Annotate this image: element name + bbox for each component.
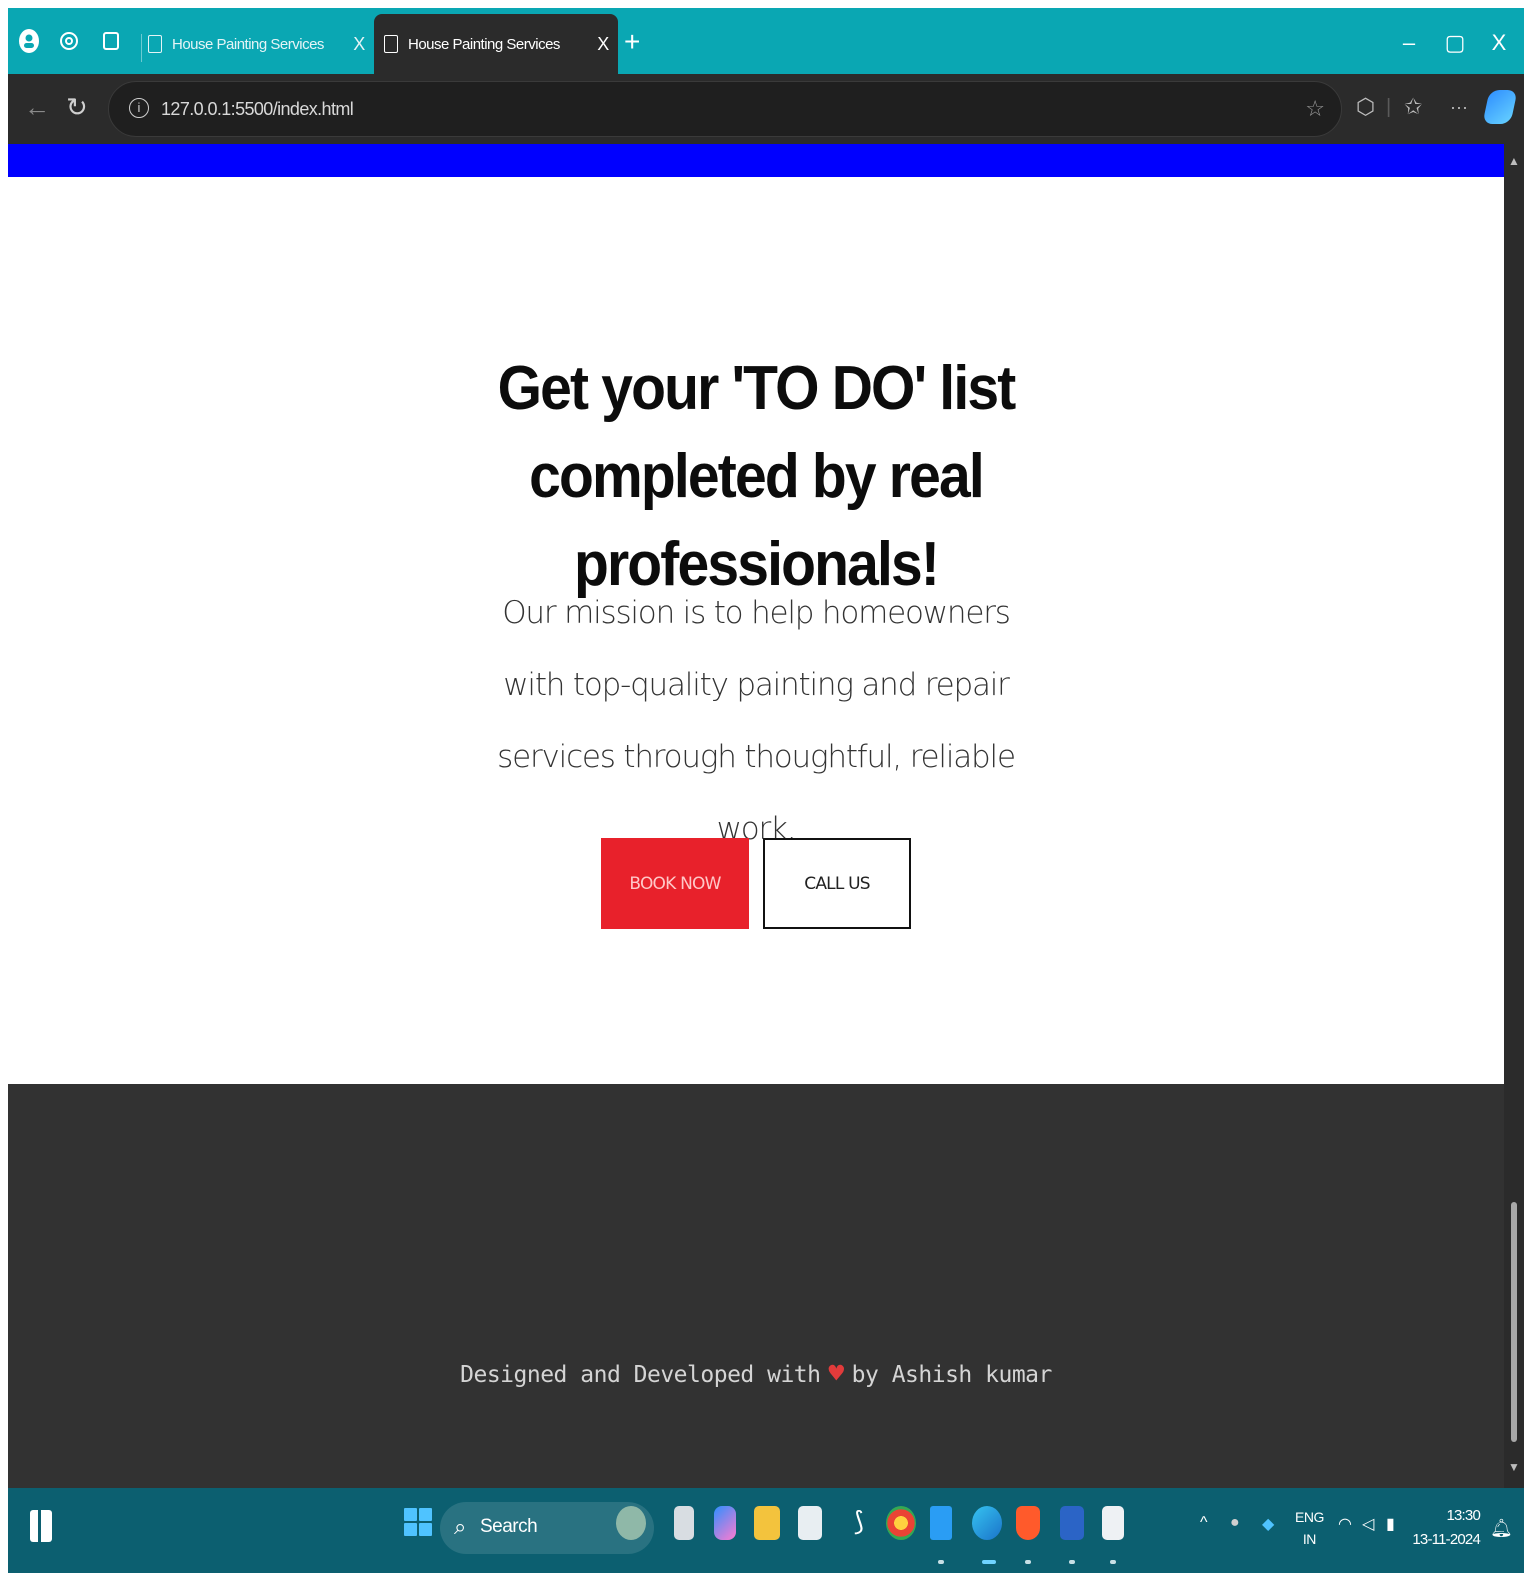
page-icon	[384, 35, 398, 53]
scroll-up-arrow-icon[interactable]: ▲	[1508, 154, 1520, 168]
file-explorer-icon[interactable]	[754, 1506, 780, 1540]
brave-icon[interactable]	[1016, 1506, 1040, 1540]
favorite-star-icon[interactable]: ☆	[1305, 96, 1325, 122]
tab-inactive[interactable]: House Painting Services X	[138, 14, 374, 74]
browser-toolbar: ← ↻ i 127.0.0.1:5500/index.html ☆ ⬡ | ✩ …	[8, 74, 1524, 144]
active-indicator	[982, 1560, 996, 1564]
profile-icon[interactable]	[18, 29, 40, 53]
running-indicator	[1025, 1560, 1031, 1564]
show-hidden-icons[interactable]: ^	[1200, 1514, 1208, 1532]
address-bar[interactable]: i 127.0.0.1:5500/index.html ☆	[108, 81, 1342, 137]
word-icon[interactable]	[1060, 1506, 1084, 1540]
page-footer: Designed and Developed with ♥ by Ashish ku…	[8, 1084, 1504, 1488]
taskbar: ⌕ Search ⟆ ^ ● ◆ ENG IN ◠ ◁ ▮ 13:30 13-1…	[8, 1488, 1524, 1573]
book-now-button[interactable]: BOOK NOW	[601, 838, 749, 929]
url-text[interactable]: 127.0.0.1:5500/index.html	[161, 99, 354, 120]
minimize-button[interactable]: –	[1394, 32, 1424, 54]
favorites-icon[interactable]: ✩	[1404, 94, 1422, 120]
more-menu-icon[interactable]: ···	[1450, 94, 1468, 120]
copilot-icon[interactable]	[1482, 90, 1518, 124]
tab-title: House Painting Services	[172, 35, 324, 53]
mission-text: Our mission is to help homeowners with t…	[497, 595, 1016, 847]
browser-titlebar: House Painting Services X House Painting…	[8, 8, 1524, 74]
clock[interactable]: 13:30 13-11-2024	[1408, 1504, 1480, 1552]
search-label: Search	[480, 1516, 538, 1537]
language-code: ENG	[1295, 1509, 1324, 1525]
hero-headline: Get your 'TO DO' list completed by real …	[497, 354, 1017, 599]
tab-close-button[interactable]: X	[592, 34, 614, 55]
tab-active[interactable]: House Painting Services X	[374, 14, 618, 74]
notification-bell-icon[interactable]: 🔔︎	[1490, 1518, 1513, 1539]
tab-close-button[interactable]: X	[348, 34, 370, 55]
restore-button[interactable]: ▢	[1440, 32, 1470, 54]
heart-icon: ♥	[828, 1359, 845, 1389]
battery-icon[interactable]: ▮	[1386, 1514, 1395, 1534]
copilot-app-icon[interactable]	[714, 1506, 736, 1540]
language-indicator[interactable]: ENG IN	[1295, 1506, 1324, 1550]
running-indicator	[938, 1560, 944, 1564]
tab-actions-icon[interactable]	[100, 30, 122, 52]
back-arrow-icon[interactable]: ←	[24, 92, 50, 122]
edge-icon[interactable]	[972, 1506, 1002, 1540]
weather-widget-icon[interactable]	[616, 1506, 646, 1540]
wifi-icon[interactable]: ◠	[1338, 1514, 1352, 1534]
volume-icon[interactable]: ◁	[1362, 1514, 1374, 1534]
hero-section: Get your 'TO DO' list completed by real …	[8, 177, 1504, 1084]
chrome-icon[interactable]	[886, 1506, 916, 1540]
running-indicator	[1069, 1560, 1075, 1564]
new-tab-button[interactable]: +	[624, 28, 640, 56]
tab-title: House Painting Services	[408, 35, 560, 53]
credit-prefix: Designed and Developed with	[460, 1362, 821, 1388]
notepad-icon[interactable]	[1102, 1506, 1124, 1540]
tray-app-icon[interactable]: ●	[1230, 1514, 1240, 1532]
search-icon: ⌕	[454, 1514, 467, 1539]
scroll-thumb[interactable]	[1511, 1202, 1517, 1442]
terminal-icon[interactable]: ⟆	[844, 1506, 874, 1540]
store-icon[interactable]	[798, 1506, 822, 1540]
refresh-icon[interactable]: ↻	[66, 92, 88, 122]
tray-defender-icon[interactable]: ◆	[1262, 1514, 1274, 1534]
task-view-icon[interactable]	[674, 1506, 694, 1540]
top-band	[8, 144, 1504, 177]
start-button-icon[interactable]	[404, 1508, 432, 1536]
clock-time: 13:30	[1446, 1507, 1480, 1524]
workspaces-icon[interactable]	[58, 30, 80, 52]
credit-suffix: by Ashish kumar	[851, 1362, 1053, 1388]
extensions-icon[interactable]: ⬡	[1356, 94, 1375, 120]
toolbar-divider: |	[1386, 96, 1392, 118]
vscode-icon[interactable]	[930, 1506, 952, 1540]
clock-date: 13-11-2024	[1412, 1531, 1480, 1548]
region-code: IN	[1302, 1531, 1316, 1547]
call-us-button[interactable]: CALL US	[763, 838, 911, 929]
page-icon	[148, 35, 162, 53]
page-viewport: Get your 'TO DO' list completed by real …	[8, 144, 1504, 1488]
vertical-scrollbar[interactable]: ▲ ▼	[1504, 144, 1524, 1488]
close-window-button[interactable]: X	[1484, 32, 1514, 54]
scroll-down-arrow-icon[interactable]: ▼	[1508, 1460, 1520, 1474]
footer-credit: Designed and Developed with ♥ by Ashish ku…	[8, 1359, 1504, 1389]
site-info-icon[interactable]: i	[129, 98, 149, 118]
running-indicator	[1110, 1560, 1116, 1564]
widgets-icon[interactable]	[30, 1510, 52, 1542]
